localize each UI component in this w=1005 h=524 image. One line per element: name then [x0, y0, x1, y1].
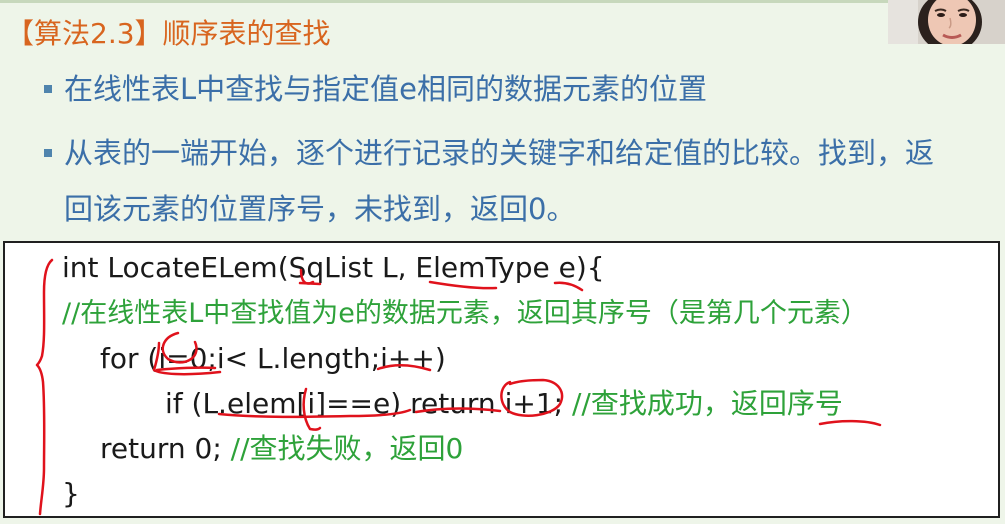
bullet-2-continuation: 回该元素的位置序号，未找到，返回0。 [64, 192, 576, 226]
code-return-statement: return 0; [100, 432, 222, 465]
bullet-2-text: 从表的一端开始，逐个进行记录的关键字和给定值的比较。找到，返 [64, 136, 935, 170]
presenter-face-image [888, 0, 1005, 44]
code-line-closing-brace: } [62, 477, 80, 510]
bullet-1-text: 在线性表L中查找与指定值e相同的数据元素的位置 [64, 72, 707, 106]
square-bullet-icon [44, 149, 52, 157]
code-line-comment: //在线性表L中查找值为e的数据元素，返回其序号（是第几个元素） [62, 298, 868, 329]
slide-title: 【算法2.3】顺序表的查找 [6, 17, 331, 50]
code-line-return: return 0; //查找失败，返回0 [100, 432, 463, 466]
square-bullet-icon [44, 85, 52, 93]
code-if-comment: //查找成功，返回序号 [563, 387, 843, 420]
presenter-webcam [888, 0, 1005, 44]
code-return-comment: //查找失败，返回0 [221, 432, 464, 465]
code-line-for: for (i=0;i< L.length;i++) [100, 342, 446, 375]
code-if-statement: if (L.elem[i]==e) return i+1; [165, 387, 564, 420]
code-line-if: if (L.elem[i]==e) return i+1; //查找成功，返回序… [165, 387, 843, 421]
top-border [0, 0, 1005, 3]
code-line-signature: int LocateELem(SqList L, ElemType e){ [62, 251, 605, 284]
code-block: int LocateELem(SqList L, ElemType e){ //… [3, 241, 1000, 518]
